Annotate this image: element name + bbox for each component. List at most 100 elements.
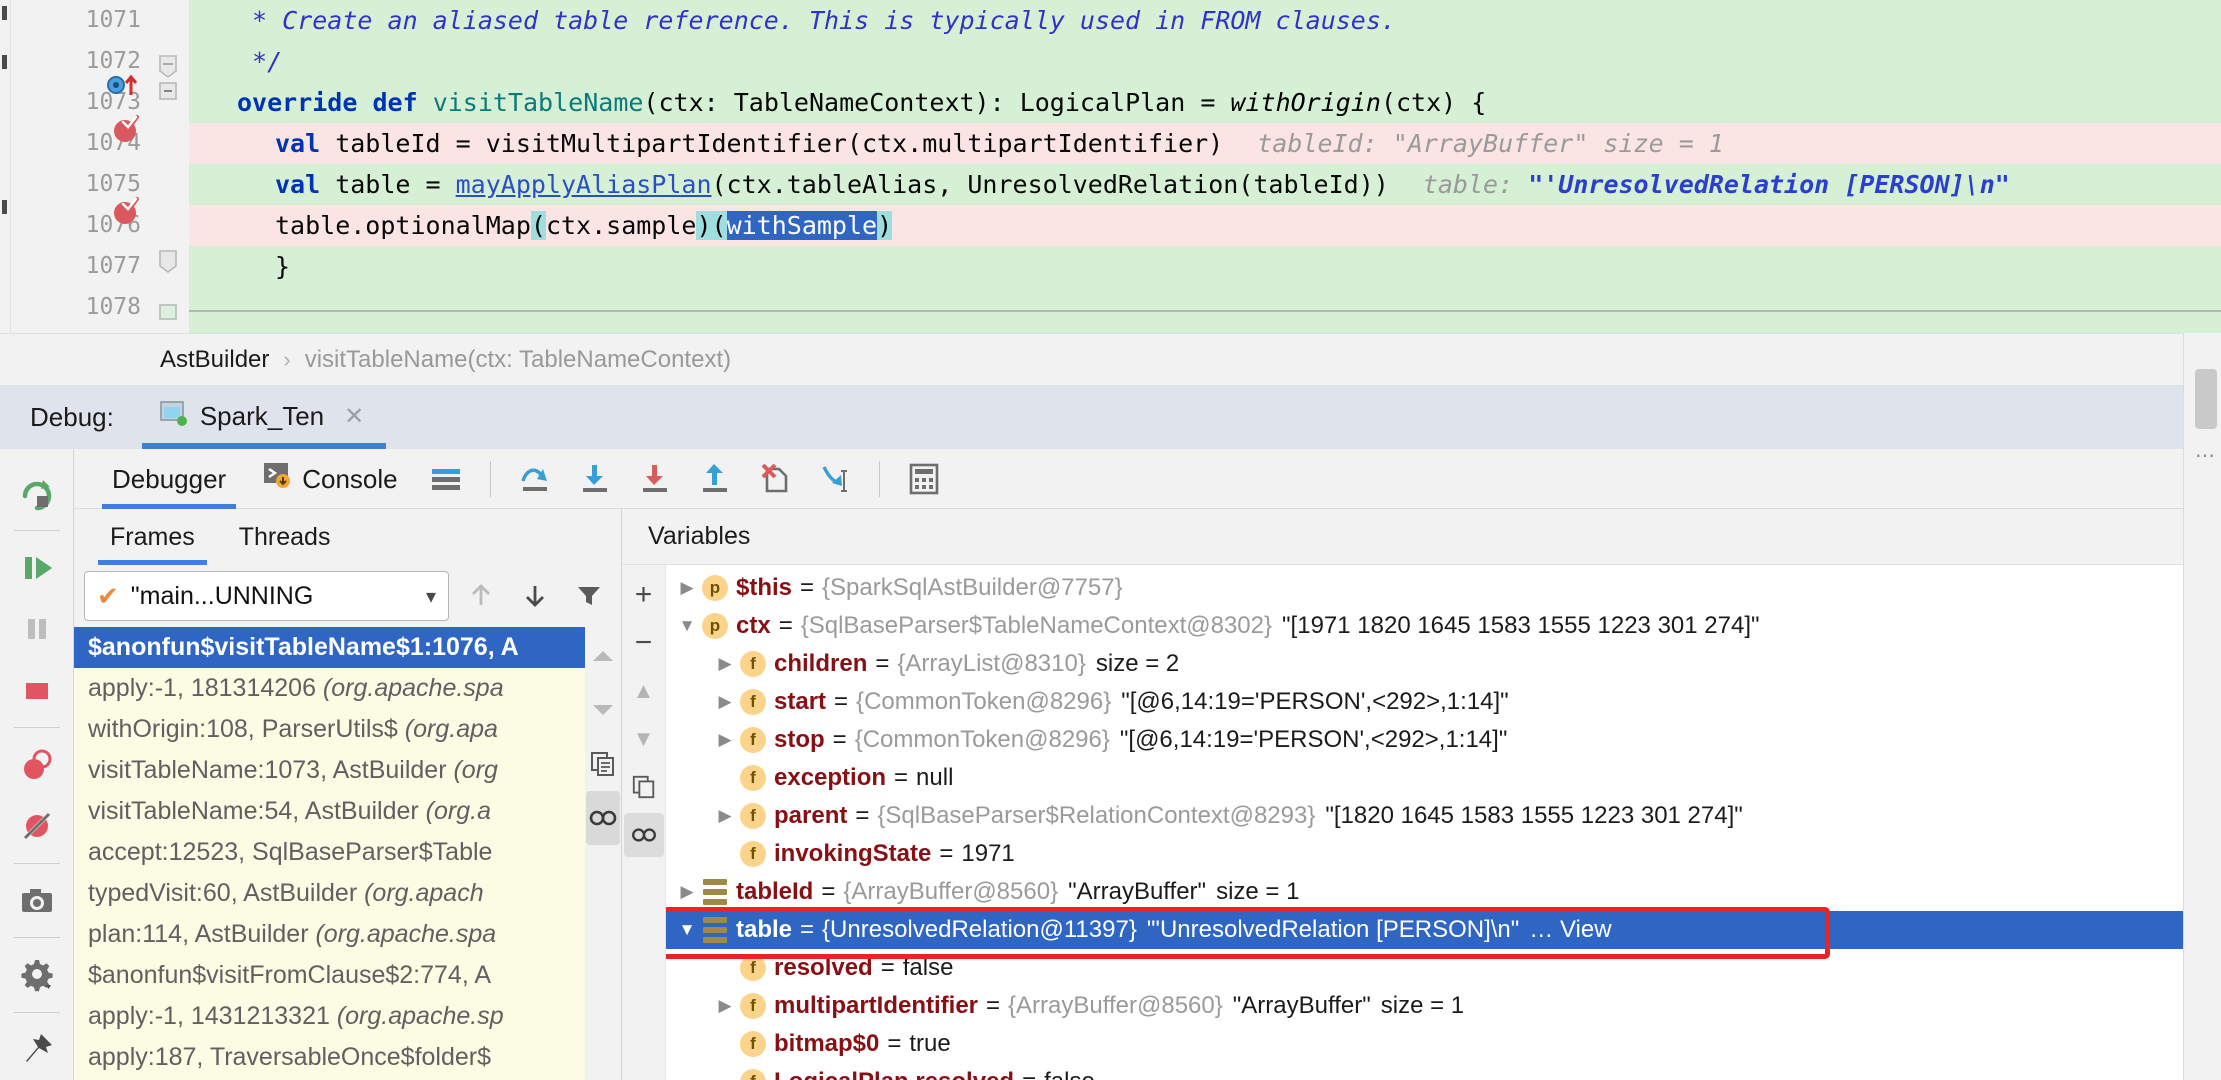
frame-row[interactable]: $anonfun$visitTableName$1:1076, A <box>74 627 585 668</box>
step-into-button[interactable] <box>569 453 621 505</box>
frames-down-button[interactable] <box>513 574 557 618</box>
frame-row[interactable]: $anonfun$visitFromClause$2:774, A <box>74 955 585 996</box>
tab-threads[interactable]: Threads <box>217 509 353 565</box>
frames-pane-tabs[interactable]: Frames Threads <box>74 509 621 565</box>
fold-collapse-icon[interactable] <box>157 78 179 108</box>
scroll-up-icon[interactable] <box>589 629 617 683</box>
variable-row[interactable]: ▶ f resolved = false <box>666 949 2221 987</box>
code-line-1079[interactable]: /** <box>189 328 2221 333</box>
frame-row[interactable]: typedVisit:60, AstBuilder (org.apach <box>74 873 585 914</box>
fold-region-end-icon[interactable] <box>157 248 179 278</box>
frame-row[interactable]: visitTableName:54, AstBuilder (org.a <box>74 791 585 832</box>
fold-gutter[interactable] <box>149 0 189 333</box>
right-edge-strip[interactable]: ⋯ <box>2183 333 2221 1080</box>
stop-icon[interactable] <box>0 660 74 721</box>
drop-frame-button[interactable] <box>749 453 801 505</box>
copy-value-button[interactable] <box>624 765 664 809</box>
variable-row[interactable]: ▶ f multipartIdentifier = {ArrayBuffer@8… <box>666 987 2221 1025</box>
selected-token-withsample[interactable]: withSample <box>726 211 878 240</box>
variable-row[interactable]: ▶ f start = {CommonToken@8296} "[@6,14:1… <box>666 683 2221 721</box>
thread-selector[interactable]: ✔ "main...UNNING ▾ <box>84 571 449 621</box>
frame-row[interactable]: apply:187, TraversableOnce$folder$ <box>74 1037 585 1078</box>
expand-triangle-icon[interactable]: ▶ <box>712 683 738 721</box>
variable-row[interactable]: ▶ f exception = null <box>666 759 2221 797</box>
collapse-triangle-icon[interactable]: ▼ <box>674 607 700 645</box>
code-line-1078[interactable] <box>189 287 2221 328</box>
layout-settings-button[interactable] <box>420 453 472 505</box>
breadcrumb[interactable]: AstBuilder › visitTableName(ctx: TableNa… <box>0 333 2221 385</box>
collapse-triangle-icon[interactable]: ▼ <box>674 911 700 949</box>
settings-icon[interactable] <box>0 944 74 1005</box>
inspect-icon[interactable] <box>586 791 620 845</box>
code-line-1077[interactable]: } <box>189 246 2221 287</box>
breadcrumb-method[interactable]: visitTableName(ctx: TableNameContext) <box>305 346 731 374</box>
watch-down-button[interactable]: ▼ <box>624 717 664 761</box>
breakpoint-verified-icon[interactable] <box>111 196 141 232</box>
code-line-1073[interactable]: override def visitTableName(ctx: TableNa… <box>189 82 2221 123</box>
close-icon[interactable]: ✕ <box>344 402 364 431</box>
tab-frames[interactable]: Frames <box>88 509 217 565</box>
rerun-icon[interactable] <box>0 463 74 524</box>
frames-scrollbar[interactable] <box>585 627 621 1080</box>
code-editor[interactable]: 1071 1072 1073 1074 1075 1076 1077 1078 … <box>0 0 2221 333</box>
variable-row[interactable]: ▶ f bitmap$0 = true <box>666 1025 2221 1063</box>
scroll-down-icon[interactable] <box>589 683 617 737</box>
code-line-1071[interactable]: * Create an aliased table reference. Thi… <box>189 0 2221 41</box>
frames-filter-button[interactable] <box>567 574 611 618</box>
screenshot-icon[interactable] <box>0 870 74 931</box>
step-out-button[interactable] <box>689 453 741 505</box>
editor-gutter[interactable]: 1071 1072 1073 1074 1075 1076 1077 1078 … <box>11 0 149 333</box>
expand-triangle-icon[interactable]: ▶ <box>674 873 700 911</box>
resume-program-icon[interactable] <box>0 537 74 598</box>
code-line-1076[interactable]: table.optionalMap(ctx.sample)(withSample… <box>189 205 2221 246</box>
vertical-scrollbar-thumb[interactable] <box>2195 369 2217 429</box>
frame-row[interactable]: accept:12523, SqlBaseParser$Table <box>74 832 585 873</box>
variable-row[interactable]: ▶ f LogicalPlan resolved = false <box>666 1063 2221 1080</box>
code-text-area[interactable]: * Create an aliased table reference. Thi… <box>189 0 2221 333</box>
method-link-mayapplyaliasplan[interactable]: mayApplyAliasPlan <box>456 170 712 199</box>
code-line-1075[interactable]: val table = mayApplyAliasPlan(ctx.tableA… <box>189 164 2221 205</box>
frame-row[interactable]: withOrigin:108, ParserUtils$ (org.apa <box>74 709 585 750</box>
view-link[interactable]: … View <box>1529 911 1611 949</box>
frames-list[interactable]: $anonfun$visitTableName$1:1076, A apply:… <box>74 627 585 1080</box>
breakpoint-verified-icon[interactable] <box>111 114 141 150</box>
breadcrumb-class[interactable]: AstBuilder <box>160 346 269 374</box>
variable-row[interactable]: ▶ f children = {ArrayList@8310} size = 2 <box>666 645 2221 683</box>
remove-watch-button[interactable]: − <box>624 621 664 665</box>
variables-list[interactable]: ▶ p $this = {SparkSqlAstBuilder@7757} ▼ … <box>666 565 2221 1080</box>
variable-row[interactable]: ▶ f invokingState = 1971 <box>666 835 2221 873</box>
chevron-down-icon[interactable]: ▾ <box>426 584 436 609</box>
variable-row-selected[interactable]: ▼ table = {UnresolvedRelation@11397} "'U… <box>666 911 2221 949</box>
variable-row[interactable]: ▼ p ctx = {SqlBaseParser$TableNameContex… <box>666 607 2221 645</box>
expand-triangle-icon[interactable]: ▶ <box>712 721 738 759</box>
code-line-1074[interactable]: val tableId = visitMultipartIdentifier(c… <box>189 123 2221 164</box>
pause-program-icon[interactable] <box>0 599 74 660</box>
expand-triangle-icon[interactable]: ▶ <box>674 569 700 607</box>
debug-session-tab[interactable]: Spark_Ten ✕ <box>141 398 387 449</box>
expand-triangle-icon[interactable]: ▶ <box>712 987 738 1025</box>
variable-row[interactable]: ▶ f stop = {CommonToken@8296} "[@6,14:19… <box>666 721 2221 759</box>
debug-side-toolbar[interactable] <box>0 449 74 1080</box>
expand-triangle-icon[interactable]: ▶ <box>712 797 738 835</box>
frame-row[interactable]: apply:-1, 1431213321 (org.apache.sp <box>74 996 585 1037</box>
code-line-1072[interactable]: */ <box>189 41 2221 82</box>
tab-debugger[interactable]: Debugger <box>94 449 244 509</box>
watch-up-button[interactable]: ▲ <box>624 669 664 713</box>
fold-collapse-icon[interactable] <box>157 300 179 330</box>
frame-row[interactable]: visitTableName:1073, AstBuilder (org <box>74 750 585 791</box>
step-over-button[interactable] <box>509 453 561 505</box>
variable-row[interactable]: ▶ tableId = {ArrayBuffer@8560} "ArrayBuf… <box>666 873 2221 911</box>
force-step-into-button[interactable] <box>629 453 681 505</box>
pin-tab-icon[interactable] <box>0 1019 74 1080</box>
variable-row[interactable]: ▶ f parent = {SqlBaseParser$RelationCont… <box>666 797 2221 835</box>
variables-side-toolbar[interactable]: + − ▲ ▼ <box>622 565 666 1080</box>
copy-value-icon[interactable] <box>589 737 617 791</box>
view-breakpoints-icon[interactable] <box>0 734 74 795</box>
mute-breakpoints-icon[interactable] <box>0 796 74 857</box>
debugger-toolbar[interactable]: Debugger Console <box>74 449 2221 509</box>
current-execution-point-icon[interactable] <box>107 70 141 106</box>
expand-triangle-icon[interactable]: ▶ <box>712 645 738 683</box>
frame-row[interactable]: plan:114, AstBuilder (org.apache.spa <box>74 914 585 955</box>
tab-console[interactable]: Console <box>244 449 415 509</box>
variable-row[interactable]: ▶ p $this = {SparkSqlAstBuilder@7757} <box>666 569 2221 607</box>
